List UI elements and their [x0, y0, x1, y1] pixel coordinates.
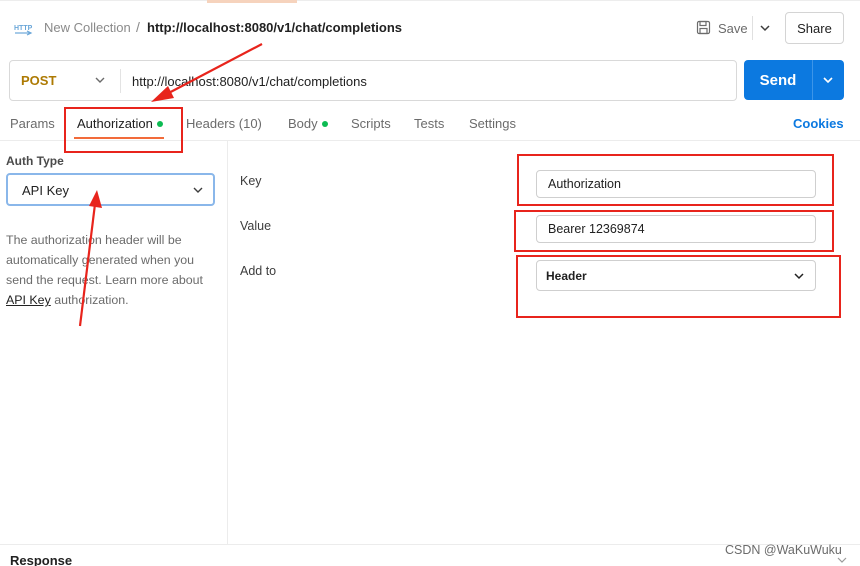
share-button[interactable]: Share	[785, 12, 844, 44]
annotation-box-add-to	[516, 255, 841, 318]
breadcrumb-separator: /	[136, 19, 140, 35]
annotation-box-key	[517, 154, 834, 206]
auth-type-pane: Auth Type API Key The authorization head…	[0, 141, 228, 544]
cookies-link[interactable]: Cookies	[793, 116, 844, 131]
request-name[interactable]: http://localhost:8080/v1/chat/completion…	[147, 20, 402, 35]
tab-tests[interactable]: Tests	[414, 116, 444, 131]
add-to-label: Add to	[240, 264, 277, 278]
watermark: CSDN @WaKuWuku	[725, 543, 842, 557]
tab-headers[interactable]: Headers (10)	[186, 116, 262, 131]
breadcrumb-collection[interactable]: New Collection	[44, 20, 131, 35]
save-icon[interactable]	[696, 20, 711, 35]
tab-count: (10)	[238, 116, 262, 131]
top-border	[0, 0, 860, 1]
response-label: Response	[10, 553, 73, 566]
save-divider	[752, 16, 753, 40]
annotation-box-authorization	[64, 107, 183, 153]
key-label: Key	[240, 174, 262, 188]
status-dot	[321, 120, 328, 127]
url-input[interactable]	[132, 69, 722, 93]
request-header: HTTP New Collection / http://localhost:8…	[0, 4, 860, 52]
http-icon: HTTP	[14, 25, 33, 36]
tab-label: Headers	[186, 116, 236, 131]
chevron-down-icon[interactable]	[756, 19, 774, 37]
url-divider	[120, 69, 121, 93]
tab-body[interactable]: Body	[288, 116, 328, 131]
chevron-down-icon	[193, 187, 203, 193]
auth-description: The authorization header will be automat…	[6, 230, 221, 310]
send-button[interactable]: Send	[744, 60, 812, 100]
auth-type-label: Auth Type	[6, 154, 64, 168]
annotation-box-value	[514, 210, 834, 252]
value-label: Value	[240, 219, 272, 233]
tab-params[interactable]: Params	[10, 116, 55, 131]
auth-type-value: API Key	[22, 183, 69, 198]
tab-label: Body	[288, 116, 318, 131]
auth-desc-text: The authorization header will be automat…	[6, 233, 204, 287]
tab-settings[interactable]: Settings	[469, 116, 516, 131]
send-divider	[812, 60, 813, 100]
svg-text:HTTP: HTTP	[14, 25, 33, 32]
tab-scripts[interactable]: Scripts	[351, 116, 391, 131]
chevron-down-icon[interactable]	[92, 72, 108, 88]
auth-desc-tail: authorization.	[50, 293, 129, 307]
save-button[interactable]: Save	[718, 21, 748, 36]
url-bar: POST	[9, 60, 737, 101]
active-window-tab-indicator	[207, 0, 297, 3]
api-key-docs-link[interactable]: API Key	[6, 293, 51, 307]
send-button-group: Send	[744, 60, 844, 100]
method-select[interactable]: POST	[21, 73, 56, 88]
auth-type-select[interactable]: API Key	[6, 173, 215, 206]
chevron-down-icon[interactable]	[820, 72, 836, 88]
